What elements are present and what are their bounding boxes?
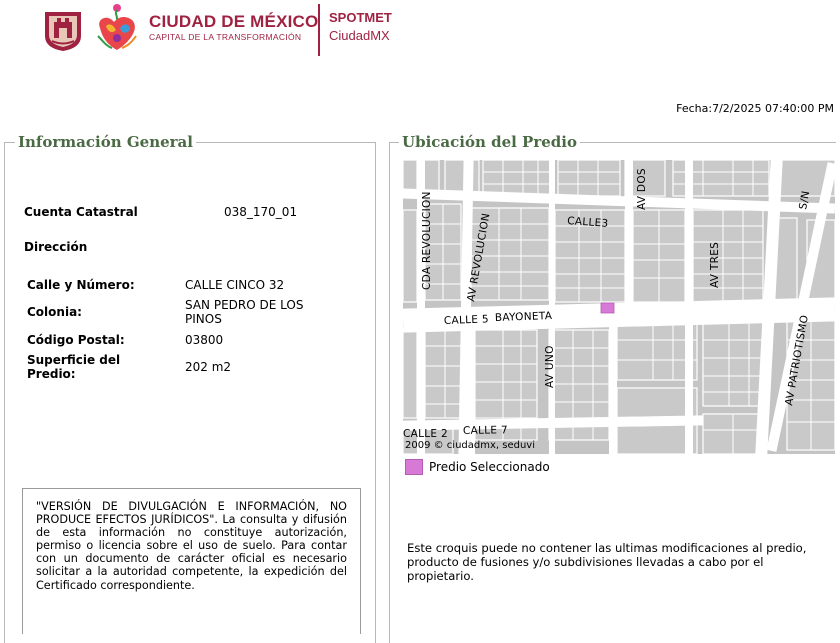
disclaimer-box: "VERSIÓN DE DIVULGACIÓN E INFORMACIÓN, N… bbox=[22, 488, 361, 634]
app-title: SPOTMET bbox=[329, 10, 392, 25]
superficie-value: 202 m2 bbox=[185, 360, 232, 374]
brand-subtitle: CAPITAL DE LA TRANSFORMACIÓN bbox=[149, 32, 302, 42]
selected-parcel[interactable] bbox=[600, 302, 615, 314]
street-label-calle5: CALLE 5 bbox=[444, 313, 489, 327]
cdmx-crest-logo bbox=[45, 12, 81, 51]
header: CIUDAD DE MÉXICO CAPITAL DE LA TRANSFORM… bbox=[0, 0, 840, 60]
superficie-label: Superficie del Predio: bbox=[27, 353, 121, 381]
general-info-legend: Información General bbox=[15, 133, 196, 151]
codigo-postal-value: 03800 bbox=[185, 333, 224, 347]
location-map[interactable]: CDA REVOLUCION AV REVOLUCION CALLE3 AV D… bbox=[403, 160, 835, 454]
street-label-cda-revolucion: CDA REVOLUCION bbox=[421, 191, 433, 290]
street-label-calle2: CALLE 2 bbox=[403, 428, 448, 440]
colonia-value: SAN PEDRO DE LOS PINOS bbox=[185, 298, 304, 326]
calle-numero-value: CALLE CINCO 32 bbox=[185, 278, 285, 292]
cuenta-catastral-label: Cuenta Catastral bbox=[24, 205, 138, 219]
calle-numero-label: Calle y Número: bbox=[27, 278, 135, 292]
codigo-postal-label: Código Postal: bbox=[27, 333, 125, 347]
brand-divider bbox=[318, 4, 320, 56]
map-disclaimer-note: Este croquis puede no contener las ultim… bbox=[407, 541, 807, 583]
street-label-calle7: CALLE 7 bbox=[463, 424, 508, 437]
selected-parcel-legend-label: Predio Seleccionado bbox=[429, 460, 550, 474]
app-subtitle: CiudadMX bbox=[329, 28, 390, 43]
map-canvas: CDA REVOLUCION AV REVOLUCION CALLE3 AV D… bbox=[403, 160, 835, 454]
heart-logo bbox=[97, 4, 137, 51]
street-label-av-dos: AV DOS bbox=[636, 168, 648, 210]
timestamp: Fecha:7/2/2025 07:40:00 PM bbox=[676, 102, 834, 115]
street-label-av-tres: AV TRES bbox=[709, 242, 721, 288]
colonia-label: Colonia: bbox=[27, 305, 82, 319]
street-label-av-uno: AV UNO bbox=[544, 345, 556, 388]
street-label-bayoneta: BAYONETA bbox=[495, 310, 553, 324]
selected-parcel-swatch bbox=[405, 459, 423, 475]
disclaimer-text: "VERSIÓN DE DIVULGACIÓN E INFORMACIÓN, N… bbox=[36, 500, 347, 592]
direccion-label: Dirección bbox=[24, 240, 88, 254]
brand-title: CIUDAD DE MÉXICO bbox=[149, 12, 319, 31]
cuenta-catastral-value: 038_170_01 bbox=[224, 205, 298, 219]
map-credit: 2009 © ciudadmx, seduvi bbox=[405, 440, 536, 451]
location-legend: Ubicación del Predio bbox=[399, 133, 580, 151]
